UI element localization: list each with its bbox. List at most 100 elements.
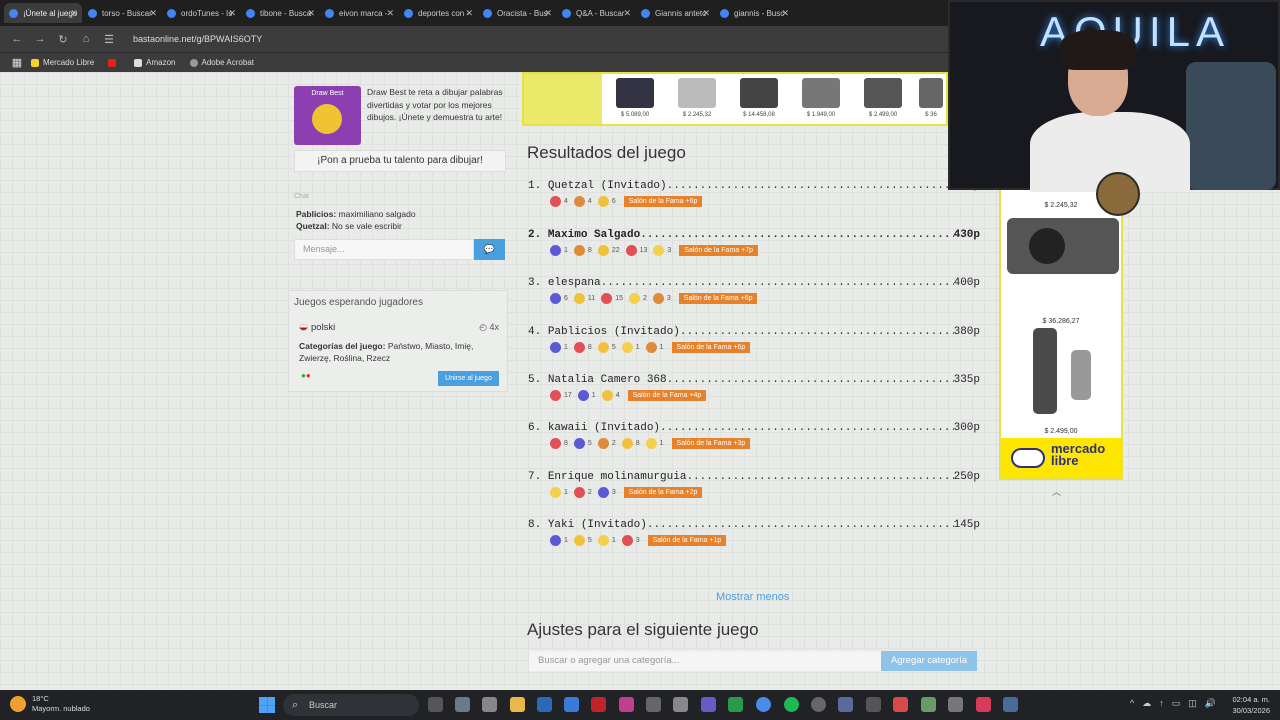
hall-of-fame-badge[interactable]: Salón de la Fama +4p [627, 390, 707, 401]
hall-of-fame-badge[interactable]: Salón de la Fama +6p [671, 342, 751, 353]
reaction-heart[interactable]: 8 [573, 342, 592, 353]
browser-tab[interactable]: giannis - Busc ✕ [715, 3, 793, 23]
bookmark-youtube-icon[interactable] [108, 58, 120, 67]
reaction-like[interactable]: 6 [550, 293, 568, 304]
show-less-link[interactable]: Mostrar menos [716, 591, 789, 603]
app-icon[interactable] [811, 697, 826, 712]
bookmark-adobe-acrobat[interactable]: Adobe Acrobat [189, 58, 254, 67]
chat-message-input[interactable]: Mensaje... [294, 239, 474, 260]
chevron-up-icon[interactable]: ︿ [1052, 485, 1061, 498]
app-icon[interactable] [564, 697, 579, 712]
reaction-like[interactable]: 1 [550, 245, 568, 256]
reload-icon[interactable]: ↻ [54, 33, 72, 46]
join-game-button[interactable]: Unirse al juego [438, 371, 499, 386]
reaction-like[interactable]: 1 [550, 342, 568, 353]
app-icon[interactable] [838, 697, 853, 712]
browser-tab[interactable]: deportes con - ✕ [399, 3, 477, 23]
reaction-wow[interactable]: 1 [550, 487, 568, 498]
reaction-wow[interactable]: 2 [628, 293, 647, 304]
reaction-like[interactable]: 1 [577, 390, 596, 401]
home-icon[interactable]: ⌂ [77, 33, 95, 45]
browser-tab[interactable]: torso - Buscar ✕ [83, 3, 161, 23]
file-explorer-icon[interactable] [510, 697, 525, 712]
spotify-icon[interactable] [784, 697, 799, 712]
apps-grid-icon[interactable]: ▦ [8, 56, 26, 69]
draw-best-thumbnail[interactable]: Draw Best [294, 86, 361, 145]
app-icon[interactable] [646, 697, 661, 712]
category-search-input[interactable]: Buscar o agregar una categoría... [529, 651, 881, 671]
reaction-angry[interactable]: 2 [597, 438, 616, 449]
address-bar[interactable]: bastaonline.net/g/BPWAIS6OTY [133, 34, 262, 44]
browser-tab[interactable]: Giannis antetc ✕ [636, 3, 714, 23]
reaction-laugh[interactable]: 4 [601, 390, 620, 401]
reaction-heart[interactable]: 2 [573, 487, 592, 498]
reaction-wow[interactable]: 1 [597, 535, 616, 546]
ad-product[interactable]: $ 1.949,00 [792, 76, 850, 124]
browser-tab[interactable]: eivon marca - ✕ [320, 3, 398, 23]
close-tab-icon[interactable]: ✕ [544, 8, 552, 19]
app-icon[interactable] [673, 697, 688, 712]
close-tab-icon[interactable]: ✕ [70, 8, 78, 19]
chat-send-button[interactable]: 💬 [474, 239, 505, 260]
reaction-angry[interactable]: 8 [573, 245, 592, 256]
store-icon[interactable] [482, 697, 497, 712]
draw-best-button[interactable]: ¡Pon a prueba tu talento para dibujar! [294, 150, 506, 172]
gimbal-product-image[interactable] [1033, 328, 1057, 414]
reaction-heart[interactable]: 3 [621, 535, 640, 546]
reaction-laugh[interactable]: 5 [573, 535, 592, 546]
discord-icon[interactable] [701, 697, 716, 712]
reaction-like[interactable]: 3 [597, 487, 616, 498]
hall-of-fame-badge[interactable]: Salón de la Fama +7p [679, 245, 758, 256]
bookmark-amazon[interactable]: Amazon [134, 58, 176, 67]
reaction-heart[interactable]: 15 [601, 293, 623, 304]
close-tab-icon[interactable]: ✕ [386, 8, 394, 19]
close-tab-icon[interactable]: ✕ [228, 8, 236, 19]
browser-tab[interactable]: ¡Únete al juego ✕ [4, 3, 82, 23]
hall-of-fame-badge[interactable]: Salón de la Fama +3p [671, 438, 751, 449]
reaction-heart[interactable]: 17 [550, 390, 572, 401]
close-tab-icon[interactable]: ✕ [307, 8, 315, 19]
browser-tab[interactable]: Oracista - Bus ✕ [478, 3, 556, 23]
weather-widget[interactable]: 18°C Mayorm. nublado [10, 694, 90, 714]
browser-tab[interactable]: ordoTunes - Is ✕ [162, 3, 240, 23]
draw-best-promo[interactable]: Draw Best Draw Best te reta a dibujar pa… [294, 86, 506, 160]
add-category-button[interactable]: Agregar categoría [881, 651, 977, 671]
reaction-angry[interactable]: 4 [573, 196, 592, 207]
tiktok-icon[interactable] [976, 697, 991, 712]
browser-tab[interactable]: Q&A - Buscar ✕ [557, 3, 635, 23]
settings-gear-icon[interactable] [455, 697, 470, 712]
back-icon[interactable]: ← [8, 33, 26, 45]
close-tab-icon[interactable]: ✕ [149, 8, 157, 19]
bookmark-mercado-libre[interactable]: Mercado Libre [31, 58, 94, 67]
ad-product[interactable]: $ 2.499,00 [854, 76, 912, 124]
task-view-icon[interactable] [428, 697, 443, 712]
clock[interactable]: 02:04 a. m. 30/03/2026 [1232, 694, 1270, 716]
ad-product[interactable]: $ 5.089,00 [606, 76, 664, 124]
close-tab-icon[interactable]: ✕ [623, 8, 631, 19]
reaction-wow[interactable]: 1 [645, 438, 664, 449]
hall-of-fame-badge[interactable]: Salón de la Fama +6p [623, 196, 703, 207]
side-product-ad[interactable]: $ 2.245,32 $ 36.286,27 $ 2.499,00 mercad… [999, 188, 1123, 480]
close-tab-icon[interactable]: ✕ [702, 8, 710, 19]
chrome-icon[interactable] [756, 697, 771, 712]
reaction-like[interactable]: 1 [550, 535, 568, 546]
xbox-icon[interactable] [728, 697, 743, 712]
ad-product[interactable]: $ 14.458,08 [730, 76, 788, 124]
ad-product[interactable]: $ 36 [916, 76, 946, 124]
reaction-heart[interactable]: 13 [625, 245, 647, 256]
system-tray-icons[interactable]: ^☁↑▭◫🔊 [1130, 698, 1224, 709]
browser-tab[interactable]: tibone - Busca ✕ [241, 3, 319, 23]
reaction-heart[interactable]: 8 [550, 438, 568, 449]
reaction-wow[interactable]: 3 [653, 245, 671, 256]
reaction-heart[interactable]: 4 [550, 196, 568, 207]
reaction-angry[interactable]: 3 [652, 293, 671, 304]
reaction-wow[interactable]: 1 [621, 342, 640, 353]
app-icon[interactable] [537, 697, 552, 712]
forward-icon[interactable]: → [31, 33, 49, 45]
app-icon[interactable] [866, 697, 881, 712]
reaction-laugh[interactable]: 6 [597, 196, 616, 207]
app-icon[interactable] [948, 697, 963, 712]
reaction-laugh[interactable]: 8 [621, 438, 640, 449]
reaction-laugh[interactable]: 22 [597, 245, 620, 256]
site-info-icon[interactable]: ☰ [100, 33, 118, 46]
